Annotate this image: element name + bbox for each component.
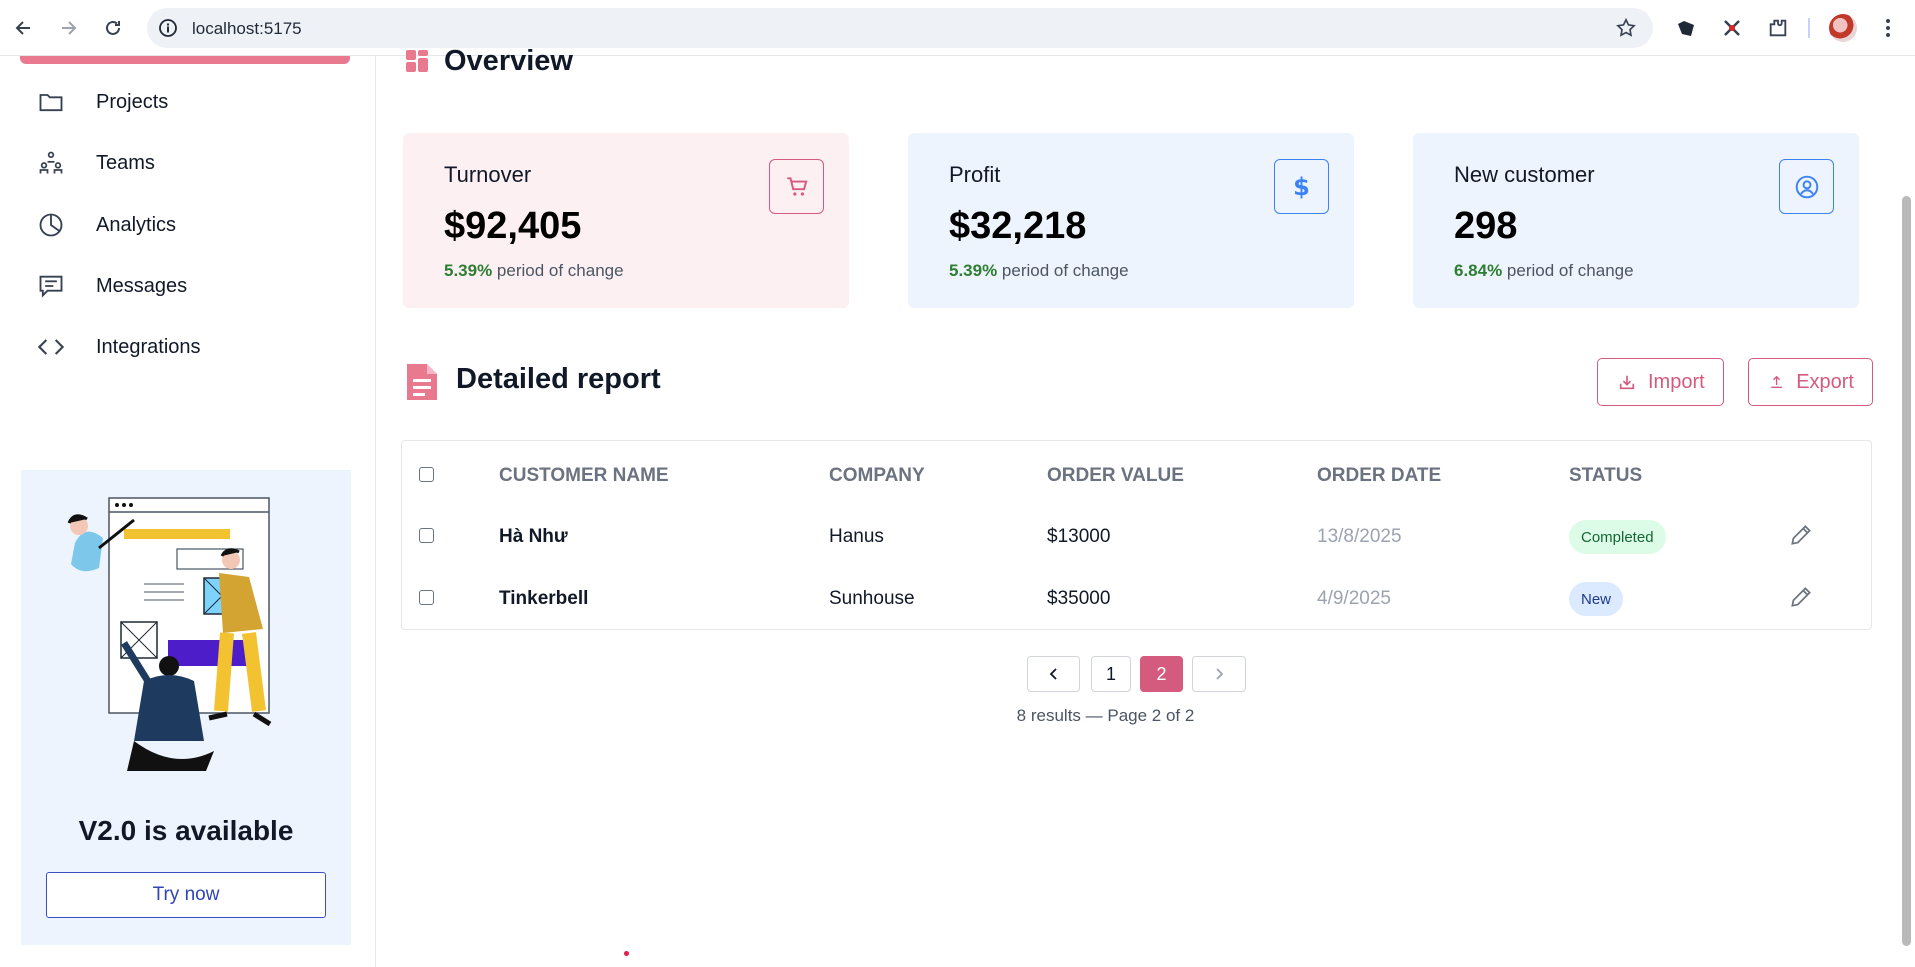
main-content: Overview Turnover $92,405 5.39% period o… bbox=[377, 45, 1897, 967]
card-change-percent: 5.39% bbox=[444, 261, 493, 280]
export-button[interactable]: Export bbox=[1748, 358, 1873, 406]
report-table: CUSTOMER NAME COMPANY ORDER VALUE ORDER … bbox=[401, 440, 1872, 630]
company: Hanus bbox=[829, 526, 884, 547]
edit-pencil-icon[interactable] bbox=[1788, 522, 1814, 548]
card-label: New customer bbox=[1454, 162, 1595, 187]
sidebar-item-projects[interactable]: Projects bbox=[0, 76, 376, 128]
back-icon[interactable] bbox=[10, 14, 38, 42]
card-value: $32,218 bbox=[949, 205, 1087, 247]
order-date: 4/9/2025 bbox=[1317, 588, 1391, 609]
profit-card: Profit $32,218 5.39% period of change $ bbox=[908, 133, 1354, 308]
pie-chart-icon bbox=[36, 210, 66, 240]
card-change-text: period of change bbox=[997, 261, 1129, 280]
edit-pencil-icon[interactable] bbox=[1788, 584, 1814, 610]
card-change-text: period of change bbox=[1502, 261, 1634, 280]
upgrade-promo-card: V2.0 is available Try now bbox=[21, 470, 351, 945]
dollar-icon: $ bbox=[1274, 159, 1329, 214]
bookmark-star-icon[interactable] bbox=[1615, 17, 1637, 39]
column-header[interactable]: STATUS bbox=[1569, 465, 1642, 487]
card-change: 5.39% period of change bbox=[949, 261, 1129, 281]
select-all-checkbox[interactable] bbox=[419, 467, 434, 482]
sidebar-item-analytics[interactable]: Analytics bbox=[0, 199, 376, 251]
extensions-icon[interactable] bbox=[1764, 14, 1792, 42]
next-page-button[interactable] bbox=[1192, 656, 1246, 692]
cart-icon bbox=[769, 159, 824, 214]
dashboard-icon bbox=[406, 50, 428, 72]
prev-page-button[interactable] bbox=[1027, 656, 1080, 692]
order-value: $13000 bbox=[1047, 526, 1111, 547]
sidebar-item-label: Messages bbox=[96, 274, 188, 297]
card-value: 298 bbox=[1454, 205, 1518, 247]
sidebar-item-label: Teams bbox=[96, 151, 155, 174]
column-header[interactable]: ORDER VALUE bbox=[1047, 465, 1184, 487]
company: Sunhouse bbox=[829, 588, 915, 609]
card-change-percent: 5.39% bbox=[949, 261, 998, 280]
toolbar-divider bbox=[1808, 18, 1810, 38]
card-change: 5.39% period of change bbox=[444, 261, 624, 281]
page-scrollbar[interactable] bbox=[1897, 56, 1915, 967]
url-text: localhost:5175 bbox=[192, 19, 302, 38]
page-button[interactable]: 1 bbox=[1091, 656, 1131, 692]
sidebar: Projects Teams Analytics Messages Integratio… bbox=[0, 56, 376, 967]
column-header[interactable]: COMPANY bbox=[829, 465, 925, 487]
new-customer-card: New customer 298 6.84% period of change bbox=[1413, 133, 1859, 308]
customer-name: Tinkerbell bbox=[499, 588, 589, 609]
order-value: $35000 bbox=[1047, 588, 1111, 609]
promo-title: V2.0 is available bbox=[78, 815, 294, 846]
active-item-highlight bbox=[20, 56, 350, 64]
turnover-card: Turnover $92,405 5.39% period of change bbox=[403, 133, 849, 308]
report-title: Detailed report bbox=[456, 363, 661, 395]
chevron-left-icon bbox=[1049, 668, 1057, 680]
browser-toolbar: localhost:5175 bbox=[0, 0, 1915, 56]
card-label: Turnover bbox=[444, 162, 532, 187]
site-info-icon[interactable] bbox=[158, 18, 178, 38]
extension-puzzle-dark-icon[interactable] bbox=[1672, 14, 1700, 42]
extension-cross-icon[interactable] bbox=[1718, 14, 1746, 42]
code-icon bbox=[36, 332, 66, 362]
overview-title: Overview bbox=[444, 45, 573, 77]
export-label: Export bbox=[1796, 370, 1854, 393]
status-badge: Completed bbox=[1569, 520, 1666, 554]
sidebar-item-integrations[interactable]: Integrations bbox=[0, 321, 376, 373]
message-icon bbox=[36, 271, 66, 301]
sidebar-item-label: Projects bbox=[96, 90, 169, 113]
scrollbar-thumb[interactable] bbox=[1902, 196, 1911, 946]
row-checkbox[interactable] bbox=[419, 590, 434, 605]
profile-avatar[interactable] bbox=[1829, 14, 1857, 42]
card-change: 6.84% period of change bbox=[1454, 261, 1634, 281]
document-icon bbox=[407, 364, 437, 400]
team-collaboration-illustration bbox=[67, 497, 272, 771]
sidebar-item-label: Analytics bbox=[96, 213, 177, 236]
column-header[interactable]: ORDER DATE bbox=[1317, 465, 1441, 487]
customer-name: Hà Như bbox=[499, 526, 568, 547]
column-header[interactable]: CUSTOMER NAME bbox=[499, 465, 669, 487]
download-icon bbox=[1619, 375, 1635, 390]
card-change-percent: 6.84% bbox=[1454, 261, 1503, 280]
card-change-text: period of change bbox=[492, 261, 624, 280]
row-checkbox[interactable] bbox=[419, 528, 434, 543]
order-date: 13/8/2025 bbox=[1317, 526, 1402, 547]
pagination-summary: 8 results — Page 2 of 2 bbox=[1016, 706, 1195, 725]
try-now-button[interactable]: Try now bbox=[46, 872, 326, 918]
page-button-active[interactable]: 2 bbox=[1140, 656, 1183, 692]
import-button[interactable]: Import bbox=[1597, 358, 1724, 406]
folder-icon bbox=[36, 87, 66, 117]
user-circle-icon bbox=[1779, 159, 1834, 214]
sidebar-item-label: Integrations bbox=[96, 335, 201, 358]
address-bar[interactable]: localhost:5175 bbox=[147, 8, 1653, 48]
forward-icon[interactable] bbox=[54, 14, 82, 42]
sidebar-item-teams[interactable]: Teams bbox=[0, 137, 376, 189]
card-label: Profit bbox=[949, 162, 1001, 187]
import-label: Import bbox=[1648, 370, 1705, 393]
sidebar-item-messages[interactable]: Messages bbox=[0, 260, 376, 312]
teams-icon bbox=[36, 148, 66, 178]
reload-icon[interactable] bbox=[99, 14, 127, 42]
status-badge: New bbox=[1569, 582, 1624, 616]
upload-icon bbox=[1771, 375, 1782, 388]
chevron-right-icon bbox=[1216, 668, 1224, 680]
cursor-dot bbox=[624, 951, 629, 956]
kebab-menu-icon[interactable] bbox=[1874, 14, 1902, 42]
card-value: $92,405 bbox=[444, 205, 582, 247]
